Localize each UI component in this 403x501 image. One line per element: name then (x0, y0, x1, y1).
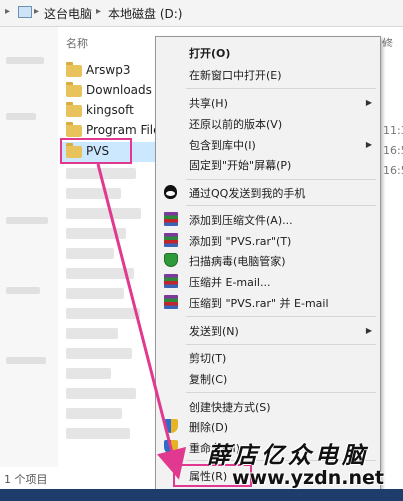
menu-separator (186, 179, 376, 180)
nav-item[interactable] (6, 57, 44, 64)
menu-item-add-pvs-rar[interactable]: 添加到 "PVS.rar"(T) (189, 233, 291, 249)
blurred-row (66, 368, 111, 379)
submenu-arrow-icon: ▶ (365, 140, 372, 149)
nav-item[interactable] (6, 113, 36, 120)
chevron-right-icon: ▸ (96, 6, 102, 17)
blurred-row (66, 228, 126, 239)
winrar-icon (164, 295, 178, 309)
list-item-folder[interactable]: Arswp3 (66, 62, 166, 80)
menu-item-create-shortcut[interactable]: 创建快捷方式(S) (189, 399, 271, 415)
list-item-folder[interactable]: kingsoft (66, 102, 166, 120)
folder-name: Program Files (86, 123, 156, 137)
folder-name: kingsoft (86, 103, 134, 117)
menu-item-open-new-window[interactable]: 在新窗口中打开(E) (189, 67, 282, 83)
antivirus-icon (164, 253, 178, 267)
blurred-row (66, 268, 134, 279)
blurred-row (66, 248, 114, 259)
folder-icon (66, 82, 82, 97)
nav-item[interactable] (6, 357, 46, 364)
blurred-row (66, 348, 132, 359)
annotation-box-pvs (60, 138, 132, 164)
menu-item-compress-email[interactable]: 压缩并 E-mail... (189, 274, 270, 290)
menu-separator (186, 392, 376, 393)
folder-name: Arswp3 (86, 63, 131, 77)
taskbar[interactable] (0, 489, 403, 501)
watermark-url: www.yzdn.net (232, 467, 384, 489)
folder-icon (66, 102, 82, 117)
blurred-row (66, 168, 136, 179)
menu-item-compress-pvs-email[interactable]: 压缩到 "PVS.rar" 并 E-mail (189, 295, 329, 311)
breadcrumb-this-pc[interactable]: 这台电脑 (44, 5, 92, 22)
context-menu: 打开(O) 在新窗口中打开(E) 共享(H) ▶ 还原以前的版本(V) 包含到库… (155, 36, 381, 490)
blurred-row (66, 388, 136, 399)
winrar-icon (164, 212, 178, 226)
address-bar[interactable]: ▸ ▸ 这台电脑 ▸ 本地磁盘 (D:) (0, 0, 403, 27)
menu-separator (186, 316, 376, 317)
blurred-row (66, 208, 141, 219)
menu-separator (186, 88, 376, 89)
list-item-folder[interactable]: Downloads (66, 82, 166, 100)
folder-icon (66, 122, 82, 137)
submenu-arrow-icon: ▶ (365, 98, 372, 107)
menu-item-qq-send[interactable]: 通过QQ发送到我的手机 (189, 185, 305, 201)
chevron-right-icon: ▸ (34, 6, 40, 17)
winrar-icon (164, 233, 178, 247)
blurred-row (66, 288, 124, 299)
menu-item-include-library[interactable]: 包含到库中(I) (189, 137, 256, 153)
nav-item[interactable] (6, 217, 48, 224)
menu-item-copy[interactable]: 复制(C) (189, 371, 227, 387)
menu-item-add-archive[interactable]: 添加到压缩文件(A)... (189, 212, 293, 228)
menu-item-share[interactable]: 共享(H) (189, 95, 228, 111)
menu-item-restore-versions[interactable]: 还原以前的版本(V) (189, 116, 282, 132)
menu-item-cut[interactable]: 剪切(T) (189, 350, 226, 366)
uac-shield-icon (164, 419, 178, 433)
blurred-row (66, 328, 118, 339)
status-item-count: 1 个项目 (4, 473, 48, 486)
column-header-date[interactable]: 修改日期 (382, 35, 403, 47)
chevron-right-icon: ▸ (5, 6, 11, 17)
qq-icon (164, 185, 177, 199)
date-fragment: 16:5 (383, 144, 403, 157)
computer-icon (18, 6, 32, 18)
blurred-row (66, 408, 122, 419)
menu-separator (186, 205, 376, 206)
menu-item-send-to[interactable]: 发送到(N) (189, 323, 239, 339)
menu-item-delete[interactable]: 删除(D) (189, 419, 228, 435)
blurred-row (66, 188, 121, 199)
blurred-row (66, 308, 140, 319)
menu-item-open[interactable]: 打开(O) (189, 45, 230, 61)
menu-item-scan-virus[interactable]: 扫描病毒(电脑管家) (189, 253, 286, 269)
folder-icon (66, 62, 82, 77)
menu-separator (186, 344, 376, 345)
menu-item-pin-start[interactable]: 固定到"开始"屏幕(P) (189, 157, 291, 173)
date-fragment: 11:3 (383, 124, 403, 137)
date-fragment: 16:5 (383, 164, 403, 177)
column-header-name[interactable]: 名称 (66, 35, 88, 51)
submenu-arrow-icon: ▶ (365, 326, 372, 335)
blurred-row (66, 428, 130, 439)
watermark-brand: 薛店亿众电脑 (207, 442, 369, 469)
nav-item[interactable] (6, 287, 40, 294)
uac-shield-icon (164, 440, 178, 454)
breadcrumb-local-disk-d[interactable]: 本地磁盘 (D:) (108, 5, 182, 22)
navigation-pane[interactable] (0, 27, 58, 467)
winrar-icon (164, 274, 178, 288)
folder-name: Downloads (86, 83, 152, 97)
